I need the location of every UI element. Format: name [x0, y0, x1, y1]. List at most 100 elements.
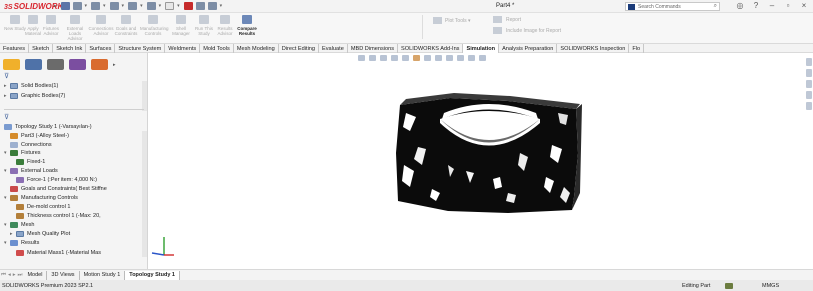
tab-mold-tools[interactable]: Mold Tools	[200, 44, 234, 53]
tree-item-material-mass[interactable]: Material Mass1 (-Material Mas	[16, 250, 101, 256]
menu-expand-icon[interactable]: ▸	[54, 3, 57, 9]
tree-item-demold[interactable]: De-mold control 1	[16, 204, 70, 210]
home-icon[interactable]	[60, 2, 70, 10]
tab-weldments[interactable]: Weldments	[165, 44, 201, 53]
tree-item-external-loads[interactable]: ▾ External Loads	[4, 168, 58, 174]
tree-item-part[interactable]: Part3 (-Alloy Steel-)	[10, 133, 69, 139]
dimxpert-manager-tab-icon[interactable]	[69, 59, 86, 70]
tab-mbd-dimensions[interactable]: MBD Dimensions	[348, 44, 399, 53]
tab-flow[interactable]: Flo	[629, 44, 645, 53]
search-icon[interactable]: ⌕	[714, 3, 717, 10]
tab-mesh-modeling[interactable]: Mesh Modeling	[234, 44, 279, 53]
redo-icon[interactable]	[146, 2, 156, 10]
include-image-report-button[interactable]: Include Image for Report	[493, 27, 561, 34]
tab-features[interactable]: Features	[0, 44, 30, 53]
connections-advisor-button[interactable]: Connections Advisor	[88, 13, 114, 43]
more-tabs-icon[interactable]: ▸	[113, 62, 116, 68]
tab-direct-editing[interactable]: Direct Editing	[279, 44, 320, 53]
tree-item-connections[interactable]: Connections	[10, 142, 52, 148]
divider	[422, 15, 423, 39]
display-manager-tab-icon[interactable]	[91, 59, 108, 70]
filter-icon[interactable]: ⊽	[4, 72, 9, 80]
user-icon[interactable]: ◎	[732, 1, 748, 10]
manufacturing-controls-icon	[10, 195, 18, 201]
command-manager: New Study Apply Material Fixtures Adviso…	[0, 13, 813, 43]
window-controls: ◎ ? – ▫ ×	[732, 1, 812, 10]
view-palette-icon[interactable]	[806, 91, 812, 99]
tab-topology-study[interactable]: Topology Study 1	[125, 270, 180, 280]
appearances-icon[interactable]	[806, 102, 812, 110]
tab-solidworks-inspection[interactable]: SOLIDWORKS Inspection	[557, 44, 630, 53]
feature-manager-tab-icon[interactable]	[3, 59, 20, 70]
fixtures-advisor-button[interactable]: Fixtures Advisor	[38, 13, 64, 43]
configuration-manager-tab-icon[interactable]	[47, 59, 64, 70]
solidworks-resources-icon[interactable]	[806, 58, 812, 66]
minimize-button[interactable]: –	[764, 1, 780, 10]
last-tab-icon[interactable]: ⏭	[16, 271, 23, 280]
design-library-icon[interactable]	[806, 69, 812, 77]
select-icon[interactable]	[165, 2, 175, 10]
new-dropdown-icon[interactable]: ▾	[85, 3, 88, 9]
tree-item-fixtures[interactable]: ▾ Fixtures	[4, 150, 41, 156]
undo-icon[interactable]	[128, 2, 138, 10]
tab-evaluate[interactable]: Evaluate	[319, 44, 348, 53]
tab-structure-system[interactable]: Structure System	[115, 44, 166, 53]
redo-dropdown-icon[interactable]: ▾	[159, 3, 162, 9]
tab-analysis-preparation[interactable]: Analysis Preparation	[499, 44, 558, 53]
rebuild-icon[interactable]	[183, 2, 193, 10]
tree-item-thickness[interactable]: Thickness control 1 (-Max: 20,	[16, 213, 101, 219]
tab-solidworks-addins[interactable]: SOLIDWORKS Add-Ins	[398, 44, 464, 53]
new-document-icon[interactable]	[72, 2, 82, 10]
tree-item-fixed[interactable]: Fixed-1	[16, 159, 45, 165]
tab-motion-study[interactable]: Motion Study 1	[80, 270, 126, 280]
tree-scrollbar[interactable]	[142, 81, 147, 111]
tab-surfaces[interactable]: Surfaces	[86, 44, 116, 53]
graphics-area[interactable]	[148, 53, 813, 269]
close-button[interactable]: ×	[796, 1, 812, 10]
tab-sketch[interactable]: Sketch	[29, 44, 54, 53]
panel-divider[interactable]	[4, 109, 144, 110]
tab-simulation[interactable]: Simulation	[463, 44, 500, 53]
print-dropdown-icon[interactable]: ▾	[122, 3, 125, 9]
property-manager-tab-icon[interactable]	[25, 59, 42, 70]
options-dropdown-icon[interactable]: ▾	[220, 3, 223, 9]
tree-item-results[interactable]: ▾ Results	[4, 240, 39, 246]
tree-item-topology-study[interactable]: Topology Study 1 (-Varsayılan-)	[4, 124, 92, 130]
tree-item-graphic-bodies[interactable]: ▸ Graphic Bodies(7)	[4, 93, 65, 99]
report-button[interactable]: Report	[493, 16, 521, 23]
tree-item-force[interactable]: Force-1 (:Per item: 4,000 N:)	[16, 177, 97, 183]
compare-results-button[interactable]: Compare Results	[234, 13, 260, 43]
tab-model[interactable]: Model	[23, 270, 48, 280]
search-commands-input[interactable]: Search Commands ⌕	[625, 2, 720, 11]
unit-system[interactable]: MMGS	[762, 283, 779, 289]
file-explorer-icon[interactable]	[806, 80, 812, 88]
tree-scrollbar[interactable]	[142, 131, 147, 257]
filter-icon[interactable]: ⊽	[4, 113, 9, 121]
options-gear-icon[interactable]	[207, 2, 217, 10]
app-logo[interactable]: 3SSOLIDWORKS	[4, 2, 69, 11]
model-viewport	[396, 93, 582, 213]
first-tab-icon[interactable]: ⏮	[0, 271, 7, 280]
tree-item-solid-bodies[interactable]: ▸ Solid Bodies(1)	[4, 83, 58, 89]
manufacturing-controls-button[interactable]: Manufacturing Controls	[140, 13, 169, 43]
tree-item-mesh[interactable]: ▾ Mesh	[4, 222, 34, 228]
tree-item-manufacturing-controls[interactable]: ▾ Manufacturing Controls	[4, 195, 78, 201]
rebuild-hat-icon[interactable]	[725, 282, 733, 289]
save-icon[interactable]	[91, 2, 101, 10]
restore-button[interactable]: ▫	[780, 1, 796, 10]
print-icon[interactable]	[109, 2, 119, 10]
tree-item-mesh-quality-plot[interactable]: ▸ Mesh Quality Plot	[10, 231, 70, 237]
help-icon[interactable]: ?	[748, 1, 764, 10]
topology-part-model[interactable]	[396, 93, 582, 213]
file-properties-icon[interactable]	[195, 2, 205, 10]
save-dropdown-icon[interactable]: ▾	[103, 3, 106, 9]
triad-z-axis	[151, 252, 165, 256]
undo-dropdown-icon[interactable]: ▾	[140, 3, 143, 9]
tree-item-goals[interactable]: Goals and Constraints( Best Stiffne	[10, 186, 107, 192]
tab-3d-views[interactable]: 3D Views	[47, 270, 80, 280]
goals-constraints-button[interactable]: Goals and Constraints	[113, 13, 139, 43]
external-loads-advisor-button[interactable]: External Loads Advisor	[62, 13, 88, 43]
select-dropdown-icon[interactable]: ▾	[177, 3, 180, 9]
tab-sketch-ink[interactable]: Sketch Ink	[53, 44, 87, 53]
plot-tools-button[interactable]: Plot Tools ▾	[433, 17, 471, 24]
